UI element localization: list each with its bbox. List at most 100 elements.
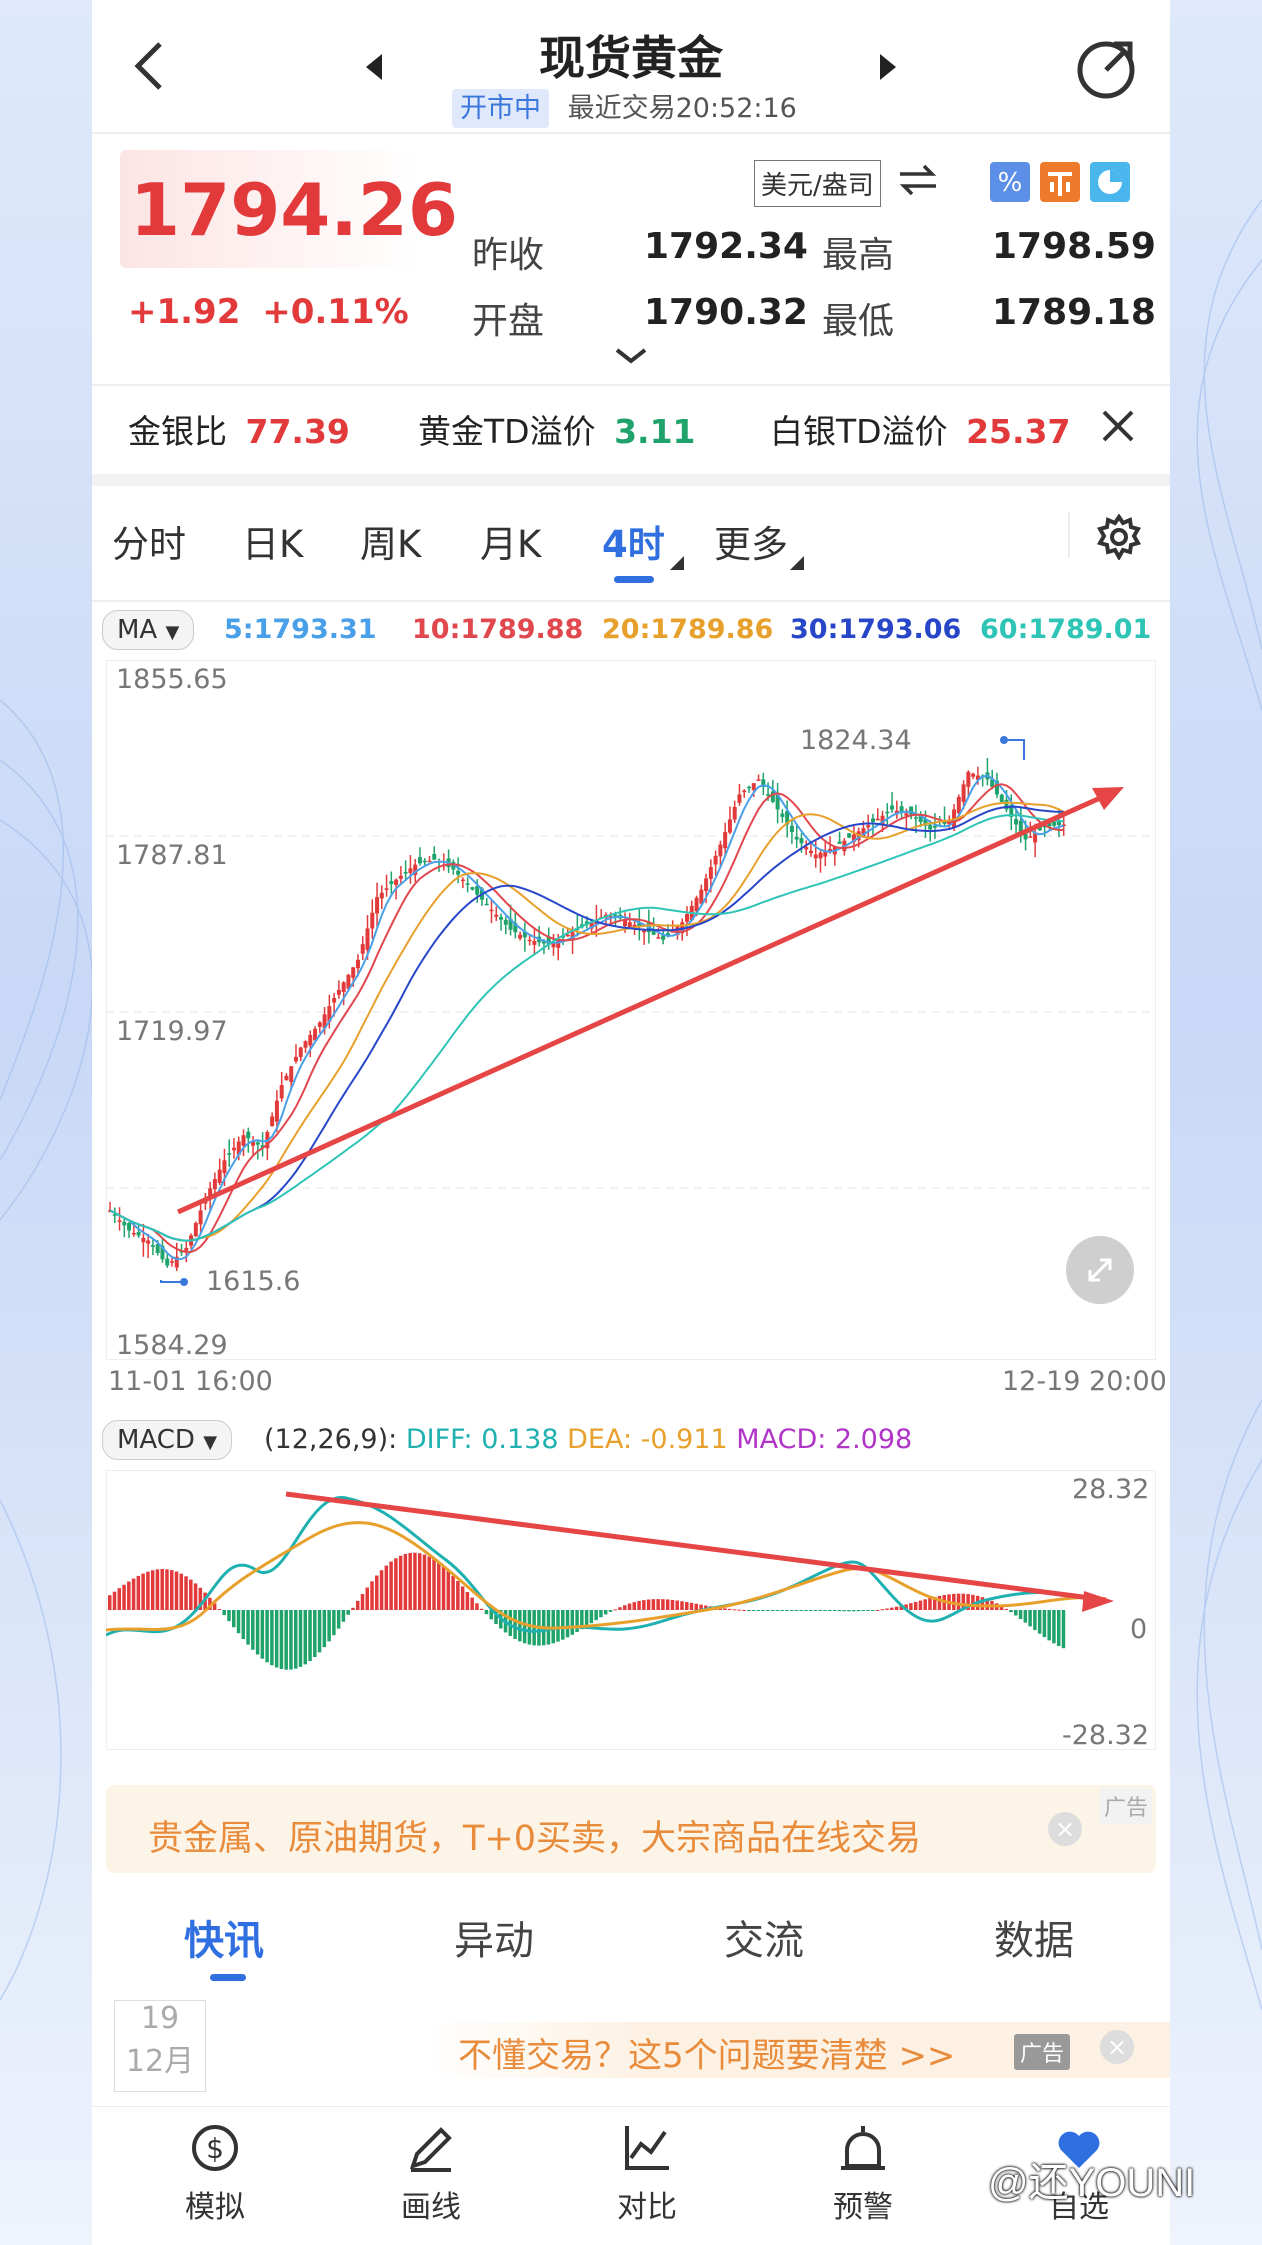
macd-bar — [227, 1610, 231, 1622]
macd-bar — [632, 1602, 637, 1610]
macd-bar — [799, 1610, 803, 1611]
ad-close-icon[interactable]: × — [1048, 1812, 1082, 1846]
tab-month[interactable]: 月K — [480, 514, 541, 568]
macd-bar — [413, 1552, 417, 1610]
fullscreen-button[interactable] — [1066, 1236, 1134, 1304]
candle-body — [1028, 836, 1033, 838]
svg-text:%: % — [998, 168, 1023, 198]
swap-icon[interactable] — [898, 162, 938, 202]
kline-chart[interactable] — [106, 660, 1156, 1360]
y-axis-mid2: 1719.97 — [116, 1016, 228, 1047]
nav-draw[interactable]: 画线 — [356, 2122, 506, 2226]
macd-bar — [389, 1561, 393, 1610]
macd-bar — [756, 1610, 761, 1611]
candle-body — [489, 909, 494, 912]
macd-bar — [885, 1608, 889, 1610]
macd-bar — [918, 1600, 923, 1610]
macd-y-zero: 0 — [1130, 1614, 1148, 1645]
low-value: 1789.18 — [992, 292, 1156, 333]
close-ratio-bar-icon[interactable] — [1100, 408, 1136, 448]
nav-alert[interactable]: 预警 — [788, 2122, 938, 2226]
pie-chart-icon[interactable] — [1090, 162, 1130, 206]
expand-chevron-icon[interactable] — [614, 346, 648, 370]
macd-bar — [131, 1578, 136, 1610]
macd-bar — [513, 1610, 517, 1639]
candle-body — [780, 813, 785, 817]
candle-body — [518, 934, 523, 939]
macd-bar — [1037, 1610, 1042, 1634]
tab-flash-news[interactable]: 快讯 — [184, 1908, 264, 1966]
candle-body — [398, 875, 403, 879]
candle-body — [136, 1232, 141, 1236]
macd-bar — [479, 1608, 484, 1610]
macd-chart[interactable] — [106, 1470, 1156, 1750]
nav-alert-label: 预警 — [833, 2190, 893, 2225]
candle-body — [818, 852, 823, 859]
nav-simulate[interactable]: $ 模拟 — [140, 2122, 290, 2226]
news-ad-tag: 广告 — [1014, 2034, 1071, 2070]
settings-gear-icon[interactable] — [1096, 513, 1142, 564]
tab-4h[interactable]: 4时 — [602, 514, 665, 568]
prev-close-value: 1792.34 — [644, 226, 808, 267]
candle-body — [789, 825, 794, 833]
candle-body — [308, 1034, 313, 1046]
candle-body — [246, 1131, 251, 1139]
candle-body — [279, 1085, 284, 1099]
candle-body — [241, 1135, 246, 1146]
tab-discussion[interactable]: 交流 — [724, 1908, 804, 1966]
candle-body — [565, 934, 570, 937]
candle-body — [146, 1240, 151, 1244]
ma30-value: 30:1793.06 — [790, 614, 962, 645]
percent-icon[interactable]: % — [990, 162, 1030, 206]
candle-body — [685, 914, 690, 922]
candle-body — [212, 1179, 217, 1190]
tab-more[interactable]: 更多 — [714, 514, 788, 568]
macd-bar — [732, 1609, 737, 1611]
macd-bar — [260, 1610, 265, 1659]
macd-bar — [818, 1610, 823, 1611]
ma-selector[interactable]: MA ▼ — [102, 610, 195, 650]
tool-icon[interactable] — [1040, 162, 1080, 206]
market-status-row: 开市中 最近交易20:52:16 — [452, 86, 797, 128]
macd-bar — [880, 1609, 885, 1611]
candle-body — [484, 903, 489, 906]
macd-bar — [150, 1570, 155, 1610]
news-ad-close-icon[interactable]: × — [1100, 2030, 1134, 2064]
x-axis-end: 12-19 20:00 — [1002, 1366, 1167, 1397]
macd-bar — [146, 1571, 150, 1610]
tab-day[interactable]: 日K — [242, 514, 303, 568]
macd-bar — [1033, 1610, 1037, 1631]
news-ad-text[interactable]: 不懂交易？这5个问题要清楚 >> — [458, 2028, 955, 2077]
macd-bar — [866, 1610, 870, 1611]
candle-body — [227, 1153, 232, 1155]
prev-close-label: 昨收 — [472, 235, 545, 276]
nav-compare[interactable]: 对比 — [572, 2122, 722, 2226]
open-value: 1790.32 — [644, 292, 808, 333]
macd-bar — [122, 1584, 126, 1610]
candle-body — [494, 914, 499, 917]
refresh-icon[interactable] — [1074, 36, 1138, 104]
macd-bar — [475, 1603, 479, 1610]
ad-banner-text[interactable]: 贵金属、原油期货，T+0买卖，大宗商品在线交易 — [148, 1810, 921, 1861]
candle-body — [427, 860, 432, 863]
candle-body — [708, 867, 713, 879]
tab-week[interactable]: 周K — [360, 514, 421, 568]
candle-body — [389, 881, 394, 885]
tab-movement[interactable]: 异动 — [454, 1908, 534, 1966]
macd-bar — [1023, 1610, 1028, 1623]
compare-chart-icon — [625, 2126, 669, 2170]
candle-body — [704, 878, 709, 891]
macd-bar — [375, 1575, 379, 1610]
macd-bar — [351, 1607, 355, 1610]
macd-selector[interactable]: MACD ▼ — [102, 1420, 233, 1460]
tab-intraday[interactable]: 分时 — [112, 514, 186, 568]
candle-body — [122, 1221, 127, 1226]
pen-icon — [409, 2127, 452, 2172]
unit-toggle[interactable]: 美元/盎司 — [754, 160, 881, 207]
ma10-value: 10:1789.88 — [412, 614, 584, 645]
candle-body — [303, 1041, 308, 1048]
macd-bar — [451, 1575, 455, 1610]
macd-bar — [317, 1610, 322, 1653]
tab-data[interactable]: 数据 — [994, 1908, 1074, 1966]
macd-bar — [670, 1599, 675, 1610]
